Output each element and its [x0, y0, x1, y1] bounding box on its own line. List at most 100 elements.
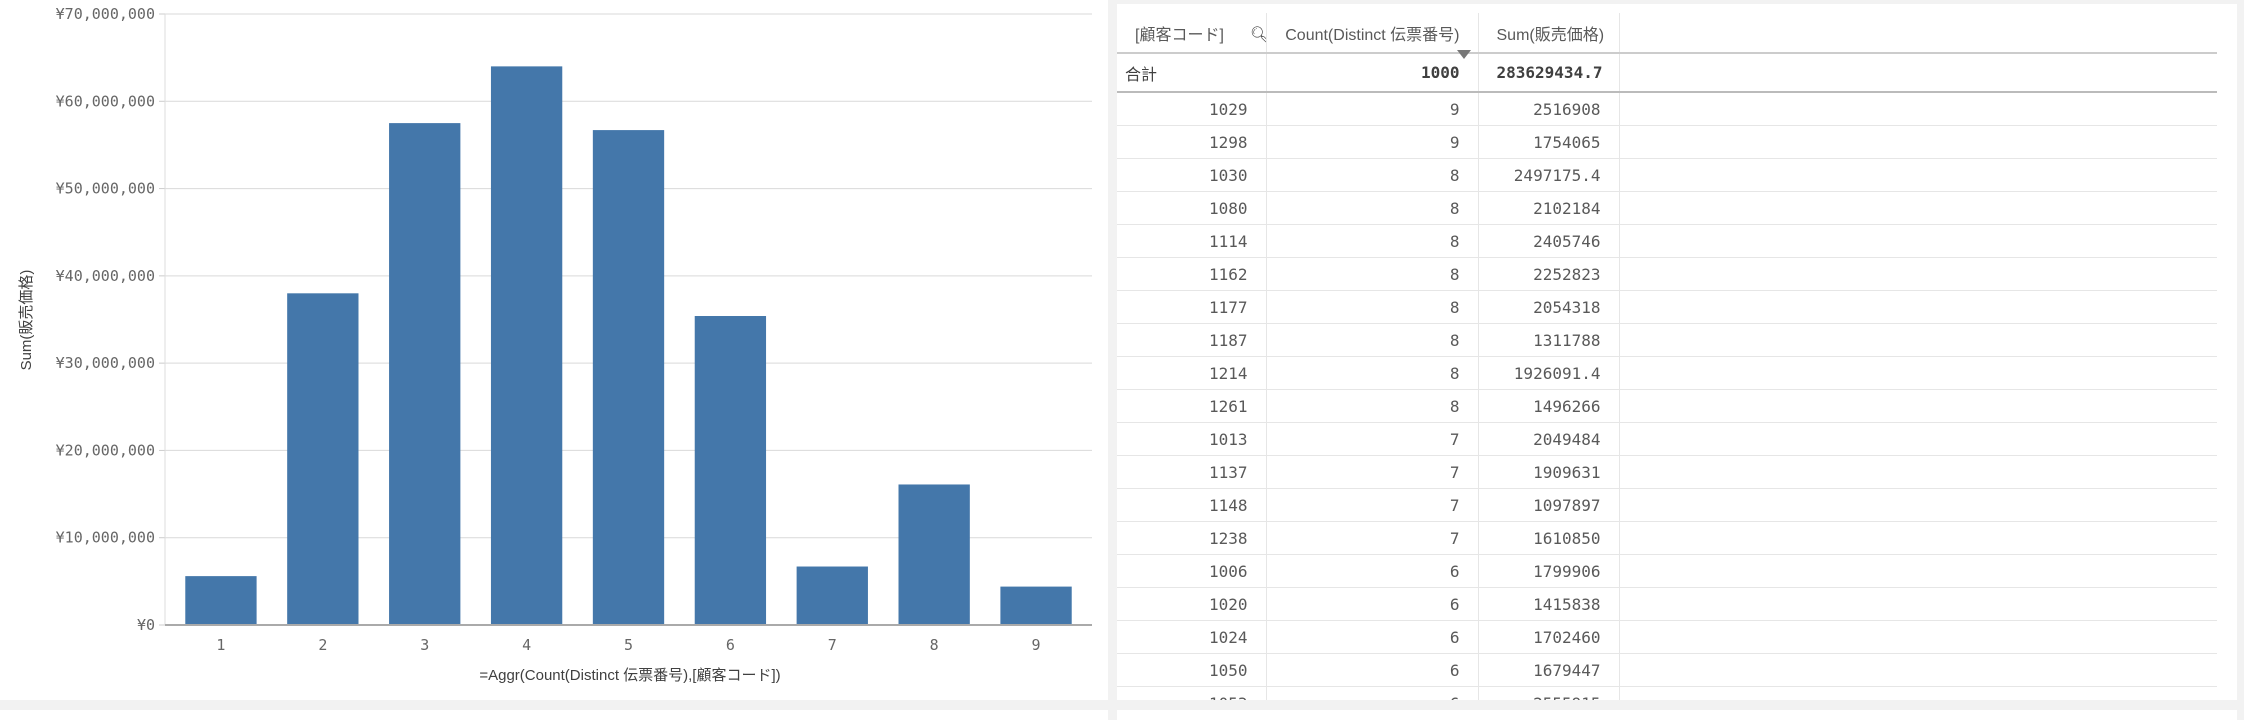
column-header-customer-code[interactable]: [顧客コード] 🔍︎: [1117, 13, 1267, 54]
cell-count[interactable]: 6: [1266, 587, 1479, 621]
table-row[interactable]: 1013 7 2049484: [1117, 422, 2217, 456]
bar-chart-panel[interactable]: ¥0 ¥10,000,000 ¥20,000,000 ¥30,000,000 ¥40,0…: [0, 0, 1108, 700]
cell-sum[interactable]: 1799906: [1478, 554, 1620, 588]
cell-customer-code[interactable]: 1148: [1117, 488, 1267, 522]
search-icon[interactable]: 🔍︎: [1250, 25, 1265, 45]
cell-customer-code[interactable]: 1187: [1117, 323, 1267, 357]
table-row[interactable]: 1187 8 1311788: [1117, 323, 2217, 357]
cell-customer-code[interactable]: 1080: [1117, 191, 1267, 225]
cell-count[interactable]: 8: [1266, 224, 1479, 258]
cell-count[interactable]: 8: [1266, 257, 1479, 291]
cell-count[interactable]: 6: [1266, 653, 1479, 687]
cell-customer-code[interactable]: 1050: [1117, 653, 1267, 687]
cell-sum[interactable]: 2516908: [1478, 92, 1620, 126]
bar-chart[interactable]: ¥0 ¥10,000,000 ¥20,000,000 ¥30,000,000 ¥40,0…: [0, 0, 1108, 700]
bar[interactable]: [898, 484, 970, 625]
cell-sum[interactable]: 2555915: [1478, 686, 1620, 700]
y-tick-label: ¥70,000,000: [56, 5, 155, 23]
cell-count[interactable]: 8: [1266, 290, 1479, 324]
cell-sum[interactable]: 2054318: [1478, 290, 1620, 324]
table-row[interactable]: 1020 6 1415838: [1117, 587, 2217, 621]
x-tick-label: 9: [1032, 636, 1041, 654]
cell-sum[interactable]: 1702460: [1478, 620, 1620, 654]
bar[interactable]: [796, 566, 868, 625]
cell-sum[interactable]: 1909631: [1478, 455, 1620, 489]
cell-count[interactable]: 7: [1266, 521, 1479, 555]
table-row[interactable]: 1006 6 1799906: [1117, 554, 2217, 588]
cell-customer-code[interactable]: 1214: [1117, 356, 1267, 390]
cell-count[interactable]: 9: [1266, 92, 1479, 126]
cell-sum[interactable]: 1097897: [1478, 488, 1620, 522]
empty-cell: [1619, 422, 2217, 456]
empty-cell: [1619, 224, 2217, 258]
cell-customer-code[interactable]: 1114: [1117, 224, 1267, 258]
column-header-sum[interactable]: Sum(販売価格): [1478, 13, 1620, 54]
cell-count[interactable]: 8: [1266, 158, 1479, 192]
cell-count[interactable]: 7: [1266, 488, 1479, 522]
table-header-row: [顧客コード] 🔍︎ Count(Distinct 伝票番号) Sum(販売価格): [1117, 13, 2217, 54]
bar[interactable]: [389, 123, 461, 625]
table-row[interactable]: 1177 8 2054318: [1117, 290, 2217, 324]
table-row[interactable]: 1238 7 1610850: [1117, 521, 2217, 555]
bar[interactable]: [1000, 586, 1072, 625]
cell-sum[interactable]: 2497175.4: [1478, 158, 1620, 192]
cell-sum[interactable]: 2049484: [1478, 422, 1620, 456]
table-row[interactable]: 1148 7 1097897: [1117, 488, 2217, 522]
table-row[interactable]: 1261 8 1496266: [1117, 389, 2217, 423]
cell-customer-code[interactable]: 1006: [1117, 554, 1267, 588]
cell-customer-code[interactable]: 1162: [1117, 257, 1267, 291]
bar[interactable]: [185, 576, 257, 625]
cell-sum[interactable]: 1610850: [1478, 521, 1620, 555]
cell-count[interactable]: 8: [1266, 323, 1479, 357]
bar[interactable]: [490, 66, 563, 625]
cell-customer-code[interactable]: 1024: [1117, 620, 1267, 654]
cell-customer-code[interactable]: 1030: [1117, 158, 1267, 192]
cell-sum[interactable]: 1679447: [1478, 653, 1620, 687]
x-tick-label: 8: [930, 636, 939, 654]
cell-customer-code[interactable]: 1137: [1117, 455, 1267, 489]
cell-customer-code[interactable]: 1177: [1117, 290, 1267, 324]
table-row[interactable]: 1162 8 2252823: [1117, 257, 2217, 291]
cell-sum[interactable]: 1926091.4: [1478, 356, 1620, 390]
cell-sum[interactable]: 1754065: [1478, 125, 1620, 159]
bar[interactable]: [694, 316, 767, 625]
cell-count[interactable]: 8: [1266, 191, 1479, 225]
cell-count[interactable]: 8: [1266, 356, 1479, 390]
empty-cell: [1619, 653, 2217, 687]
table-row[interactable]: 1030 8 2497175.4: [1117, 158, 2217, 192]
table-row[interactable]: 1050 6 1679447: [1117, 653, 2217, 687]
cell-customer-code[interactable]: 1261: [1117, 389, 1267, 423]
cell-customer-code[interactable]: 1020: [1117, 587, 1267, 621]
cell-count[interactable]: 7: [1266, 422, 1479, 456]
straight-table-panel[interactable]: [顧客コード] 🔍︎ Count(Distinct 伝票番号) Sum(販売価格)…: [1117, 4, 2237, 700]
cell-customer-code[interactable]: 1053: [1117, 686, 1267, 700]
cell-count[interactable]: 8: [1266, 389, 1479, 423]
table-row[interactable]: 1024 6 1702460: [1117, 620, 2217, 654]
table-row[interactable]: 1214 8 1926091.4: [1117, 356, 2217, 390]
cell-count[interactable]: 7: [1266, 455, 1479, 489]
bar[interactable]: [592, 130, 665, 625]
cell-sum[interactable]: 2102184: [1478, 191, 1620, 225]
table-row[interactable]: 105362555915: [1117, 686, 2217, 700]
cell-customer-code[interactable]: 1238: [1117, 521, 1267, 555]
table-row[interactable]: 1137 7 1909631: [1117, 455, 2217, 489]
table-row[interactable]: 1029 9 2516908: [1117, 92, 2217, 126]
cell-count[interactable]: 6: [1266, 554, 1479, 588]
cell-sum[interactable]: 2405746: [1478, 224, 1620, 258]
cell-count[interactable]: 9: [1266, 125, 1479, 159]
table-row[interactable]: 1080 8 2102184: [1117, 191, 2217, 225]
column-header-count[interactable]: Count(Distinct 伝票番号): [1266, 13, 1479, 54]
table-row[interactable]: 1298 9 1754065: [1117, 125, 2217, 159]
cell-count[interactable]: 6: [1266, 620, 1479, 654]
cell-sum[interactable]: 1496266: [1478, 389, 1620, 423]
cell-customer-code[interactable]: 1298: [1117, 125, 1267, 159]
cell-sum[interactable]: 1415838: [1478, 587, 1620, 621]
cell-customer-code[interactable]: 1029: [1117, 92, 1267, 126]
table-row[interactable]: 1114 8 2405746: [1117, 224, 2217, 258]
cell-sum[interactable]: 2252823: [1478, 257, 1620, 291]
cell-count[interactable]: 6: [1266, 686, 1479, 700]
sort-descending-icon[interactable]: [1457, 50, 1471, 59]
bar[interactable]: [287, 293, 359, 625]
cell-sum[interactable]: 1311788: [1478, 323, 1620, 357]
cell-customer-code[interactable]: 1013: [1117, 422, 1267, 456]
